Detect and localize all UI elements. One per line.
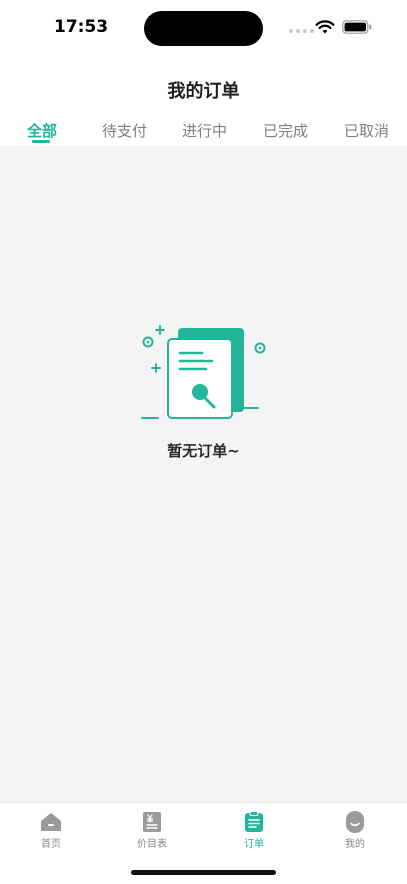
tab-cancelled[interactable]: 已取消 [344, 120, 389, 141]
orders-icon [245, 811, 263, 832]
tab-completed[interactable]: 已完成 [263, 120, 308, 141]
tab-in-progress[interactable]: 进行中 [182, 120, 227, 141]
battery-icon [342, 20, 372, 34]
page-title: 我的订单 [167, 81, 240, 102]
dynamic-island [144, 11, 263, 46]
tabbar-orders-label: 订单 [244, 839, 264, 850]
tabbar-price-list-label: 价目表 [137, 839, 167, 850]
tabbar-price-list[interactable]: 价目表 [117, 811, 187, 850]
tabbar-orders[interactable]: 订单 [219, 811, 289, 850]
tab-all[interactable]: 全部 [27, 120, 57, 141]
page-header: 我的订单 全部 待支付 进行中 已完成 已取消 [0, 56, 407, 146]
signal-icon [289, 29, 314, 33]
tabbar-home-label: 首页 [41, 839, 61, 850]
order-status-tabs: 全部 待支付 进行中 已完成 已取消 [0, 120, 407, 146]
profile-icon [346, 811, 364, 833]
empty-state-message: 暂无订单~ [167, 442, 240, 460]
wifi-icon [315, 20, 335, 34]
active-tab-indicator [32, 140, 50, 143]
document-search-icon [141, 325, 266, 419]
home-indicator [131, 870, 276, 875]
tabbar-profile[interactable]: 我的 [320, 811, 390, 850]
tabbar-profile-label: 我的 [345, 839, 365, 850]
tab-pending-payment[interactable]: 待支付 [102, 120, 147, 141]
empty-state: 暂无订单~ [0, 146, 407, 802]
status-time: 17:53 [54, 17, 109, 37]
price-list-icon [143, 812, 161, 832]
home-icon [41, 813, 61, 831]
tabbar-home[interactable]: 首页 [16, 811, 86, 850]
status-bar: 17:53 [0, 0, 407, 56]
